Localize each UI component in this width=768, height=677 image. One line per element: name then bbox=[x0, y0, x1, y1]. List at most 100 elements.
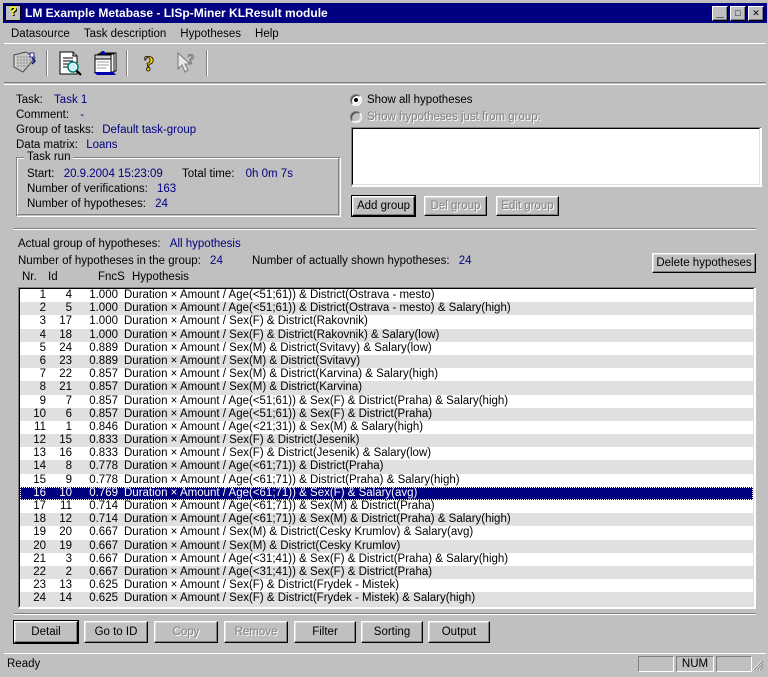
table-row[interactable]: 15 9 0.778 Duration × Amount / Age(<61;71))… bbox=[20, 473, 753, 487]
status-panel-num: NUM bbox=[676, 655, 714, 672]
start-value: 20.9.2004 15:23:09 bbox=[63, 168, 163, 180]
table-row[interactable]: 19 20 0.667 Duration × Amount / Sex(M) & Di… bbox=[20, 526, 753, 540]
edit-group-button[interactable]: Edit group bbox=[496, 196, 559, 216]
hypotheses-count-value: 24 bbox=[155, 198, 168, 210]
group-listbox-content[interactable] bbox=[352, 128, 760, 185]
maximize-button[interactable]: □ bbox=[730, 5, 746, 21]
maximize-icon: □ bbox=[735, 7, 741, 18]
filter-button-label: Filter bbox=[312, 626, 338, 638]
cell-fncs: 1.000 bbox=[89, 289, 118, 301]
task-description-icon[interactable] bbox=[53, 47, 85, 79]
cell-nr: 17 bbox=[33, 500, 46, 512]
cell-fncs: 0.846 bbox=[89, 420, 118, 433]
table-row[interactable]: 10 6 0.857 Duration × Amount / Age(<51;61))… bbox=[20, 407, 753, 421]
bottom-divider bbox=[14, 613, 756, 615]
radio-show-all-indicator[interactable] bbox=[350, 94, 362, 106]
table-row[interactable]: 5 24 0.889 Duration × Amount / Sex(M) & Dis… bbox=[20, 341, 753, 355]
sorting-button[interactable]: Sorting bbox=[361, 621, 423, 643]
cell-nr: 7 bbox=[39, 368, 46, 381]
cell-nr: 18 bbox=[33, 513, 46, 526]
hypotheses-cardfile-icon[interactable] bbox=[89, 47, 121, 79]
table-row[interactable]: 16 10 0.769 Duration × Amount / Age(<61;71)… bbox=[20, 486, 753, 500]
remove-button[interactable]: Remove bbox=[224, 621, 288, 643]
table-row[interactable]: 17 11 0.714 Duration × Amount / Age(<61;71)… bbox=[20, 500, 753, 514]
actual-group-value: All hypothesis bbox=[169, 238, 241, 250]
cell-id: 9 bbox=[65, 473, 72, 486]
table-row[interactable]: 2 5 1.000 Duration × Amount / Age(<51;61)) … bbox=[20, 302, 753, 316]
table-row[interactable]: 9 7 0.857 Duration × Amount / Age(<51;61)) … bbox=[20, 394, 753, 408]
table-row[interactable]: 22 2 0.667 Duration × Amount / Age(<31;41))… bbox=[20, 565, 753, 580]
hypothesis-list-rows[interactable]: 1 4 1.000 Duration × Amount / Age(<51;61)) … bbox=[19, 288, 754, 607]
table-row[interactable]: 14 8 0.778 Duration × Amount / Age(<61;71))… bbox=[20, 460, 753, 474]
title-bar[interactable]: LM Example Metabase - LISp-Miner KLResul… bbox=[3, 3, 767, 23]
menu-item-hypotheses[interactable]: Hypotheses bbox=[173, 26, 248, 42]
table-row[interactable]: 20 19 0.667 Duration × Amount / Sex(M) & Di… bbox=[20, 539, 753, 553]
add-group-button[interactable]: Add group bbox=[352, 196, 415, 216]
data-matrix-icon[interactable] bbox=[9, 47, 41, 79]
close-button[interactable]: ✕ bbox=[748, 5, 764, 21]
hypotheses-count-label: Number of hypotheses: bbox=[27, 198, 146, 210]
minimize-button[interactable]: _ bbox=[712, 5, 728, 21]
cell-fncs: 0.889 bbox=[89, 341, 118, 354]
del-group-button[interactable]: Del group bbox=[424, 196, 487, 216]
cell-nr: 14 bbox=[33, 460, 46, 473]
table-row[interactable]: 6 23 0.889 Duration × Amount / Sex(M) & Dis… bbox=[20, 354, 753, 369]
table-row[interactable]: 11 1 0.846 Duration × Amount / Age(<21;31))… bbox=[20, 420, 753, 435]
detail-button-label: Detail bbox=[31, 626, 61, 638]
group-of-tasks-value: Default task-group bbox=[102, 124, 197, 136]
status-panel-1 bbox=[638, 655, 674, 672]
table-row[interactable]: 8 21 0.857 Duration × Amount / Sex(M) & Dis… bbox=[20, 381, 753, 395]
output-button[interactable]: Output bbox=[428, 621, 490, 643]
radio-show-from-group-indicator[interactable] bbox=[350, 111, 362, 123]
table-row[interactable]: 7 22 0.857 Duration × Amount / Sex(M) & Dis… bbox=[20, 368, 753, 382]
table-row[interactable]: 13 16 0.833 Duration × Amount / Sex(F) & Di… bbox=[20, 447, 753, 461]
cell-fncs: 1.000 bbox=[89, 328, 118, 341]
cell-fncs: 0.778 bbox=[89, 473, 118, 486]
filter-button[interactable]: Filter bbox=[294, 621, 356, 643]
hypothesis-list[interactable]: 1 4 1.000 Duration × Amount / Age(<51;61)) … bbox=[18, 287, 756, 609]
cell-hypothesis: Duration × Amount / Sex(F) & District(Ra… bbox=[124, 328, 440, 341]
count-shown-row: Number of actually shown hypotheses: 24 bbox=[252, 255, 472, 267]
cell-nr: 1 bbox=[39, 289, 46, 301]
app-question-mark-icon bbox=[5, 4, 21, 21]
close-icon: ✕ bbox=[752, 7, 760, 18]
table-row[interactable]: 1 4 1.000 Duration × Amount / Age(<51;61)) … bbox=[20, 289, 753, 303]
section-divider bbox=[14, 228, 756, 230]
group-listbox[interactable] bbox=[351, 127, 762, 187]
cell-id: 12 bbox=[59, 513, 72, 526]
menu-item-help[interactable]: Help bbox=[248, 26, 286, 42]
cell-id: 5 bbox=[65, 302, 72, 315]
copy-button[interactable]: Copy bbox=[154, 621, 218, 643]
cell-hypothesis: Duration × Amount / Age(<51;61)) & Distr… bbox=[124, 289, 435, 301]
sorting-button-label: Sorting bbox=[373, 626, 411, 638]
menu-item-datasource[interactable]: Datasource bbox=[4, 26, 77, 42]
table-row[interactable]: 18 12 0.714 Duration × Amount / Age(<61;71)… bbox=[20, 513, 753, 527]
cell-id: 16 bbox=[59, 447, 72, 460]
column-header-id: Id bbox=[48, 271, 58, 283]
menu-item-task-description[interactable]: Task description bbox=[77, 26, 173, 42]
resize-grip-icon[interactable] bbox=[750, 658, 764, 672]
table-row[interactable]: 24 14 0.625 Duration × Amount / Sex(F) & Di… bbox=[20, 592, 753, 606]
cell-nr: 10 bbox=[33, 407, 46, 420]
table-row[interactable]: 3 17 1.000 Duration × Amount / Sex(F) & Dis… bbox=[20, 315, 753, 329]
cell-fncs: 0.625 bbox=[89, 592, 118, 605]
table-row[interactable]: 23 13 0.625 Duration × Amount / Sex(F) & Di… bbox=[20, 579, 753, 593]
table-row[interactable]: 12 15 0.833 Duration × Amount / Sex(F) & Di… bbox=[20, 434, 753, 448]
table-row[interactable]: 21 3 0.667 Duration × Amount / Age(<31;41))… bbox=[20, 552, 753, 566]
go-to-id-button[interactable]: Go to ID bbox=[84, 621, 148, 643]
cell-fncs: 0.667 bbox=[89, 526, 118, 539]
radio-show-all[interactable]: Show all hypotheses bbox=[350, 94, 472, 106]
verifications-row: Number of verifications: 163 bbox=[27, 183, 176, 195]
cell-hypothesis: Duration × Amount / Sex(M) & District(Sv… bbox=[124, 354, 361, 367]
radio-show-from-group[interactable]: Show hypotheses just from group: bbox=[350, 111, 541, 123]
table-row[interactable]: 4 18 1.000 Duration × Amount / Sex(F) & Dis… bbox=[20, 328, 753, 342]
verifications-value: 163 bbox=[157, 183, 177, 195]
menu-label-datasource: Datasource bbox=[11, 28, 70, 40]
help-icon[interactable]: ? bbox=[133, 47, 165, 79]
cell-hypothesis: Duration × Amount / Age(<31;41)) & Sex(F… bbox=[124, 565, 433, 578]
cell-hypothesis: Duration × Amount / Age(<61;71)) & Distr… bbox=[124, 460, 384, 473]
toolbar-separator bbox=[46, 50, 48, 76]
detail-button[interactable]: Detail bbox=[14, 621, 78, 643]
delete-hypotheses-button[interactable]: Delete hypotheses bbox=[652, 253, 756, 273]
context-help-icon[interactable]: ? bbox=[169, 47, 201, 79]
